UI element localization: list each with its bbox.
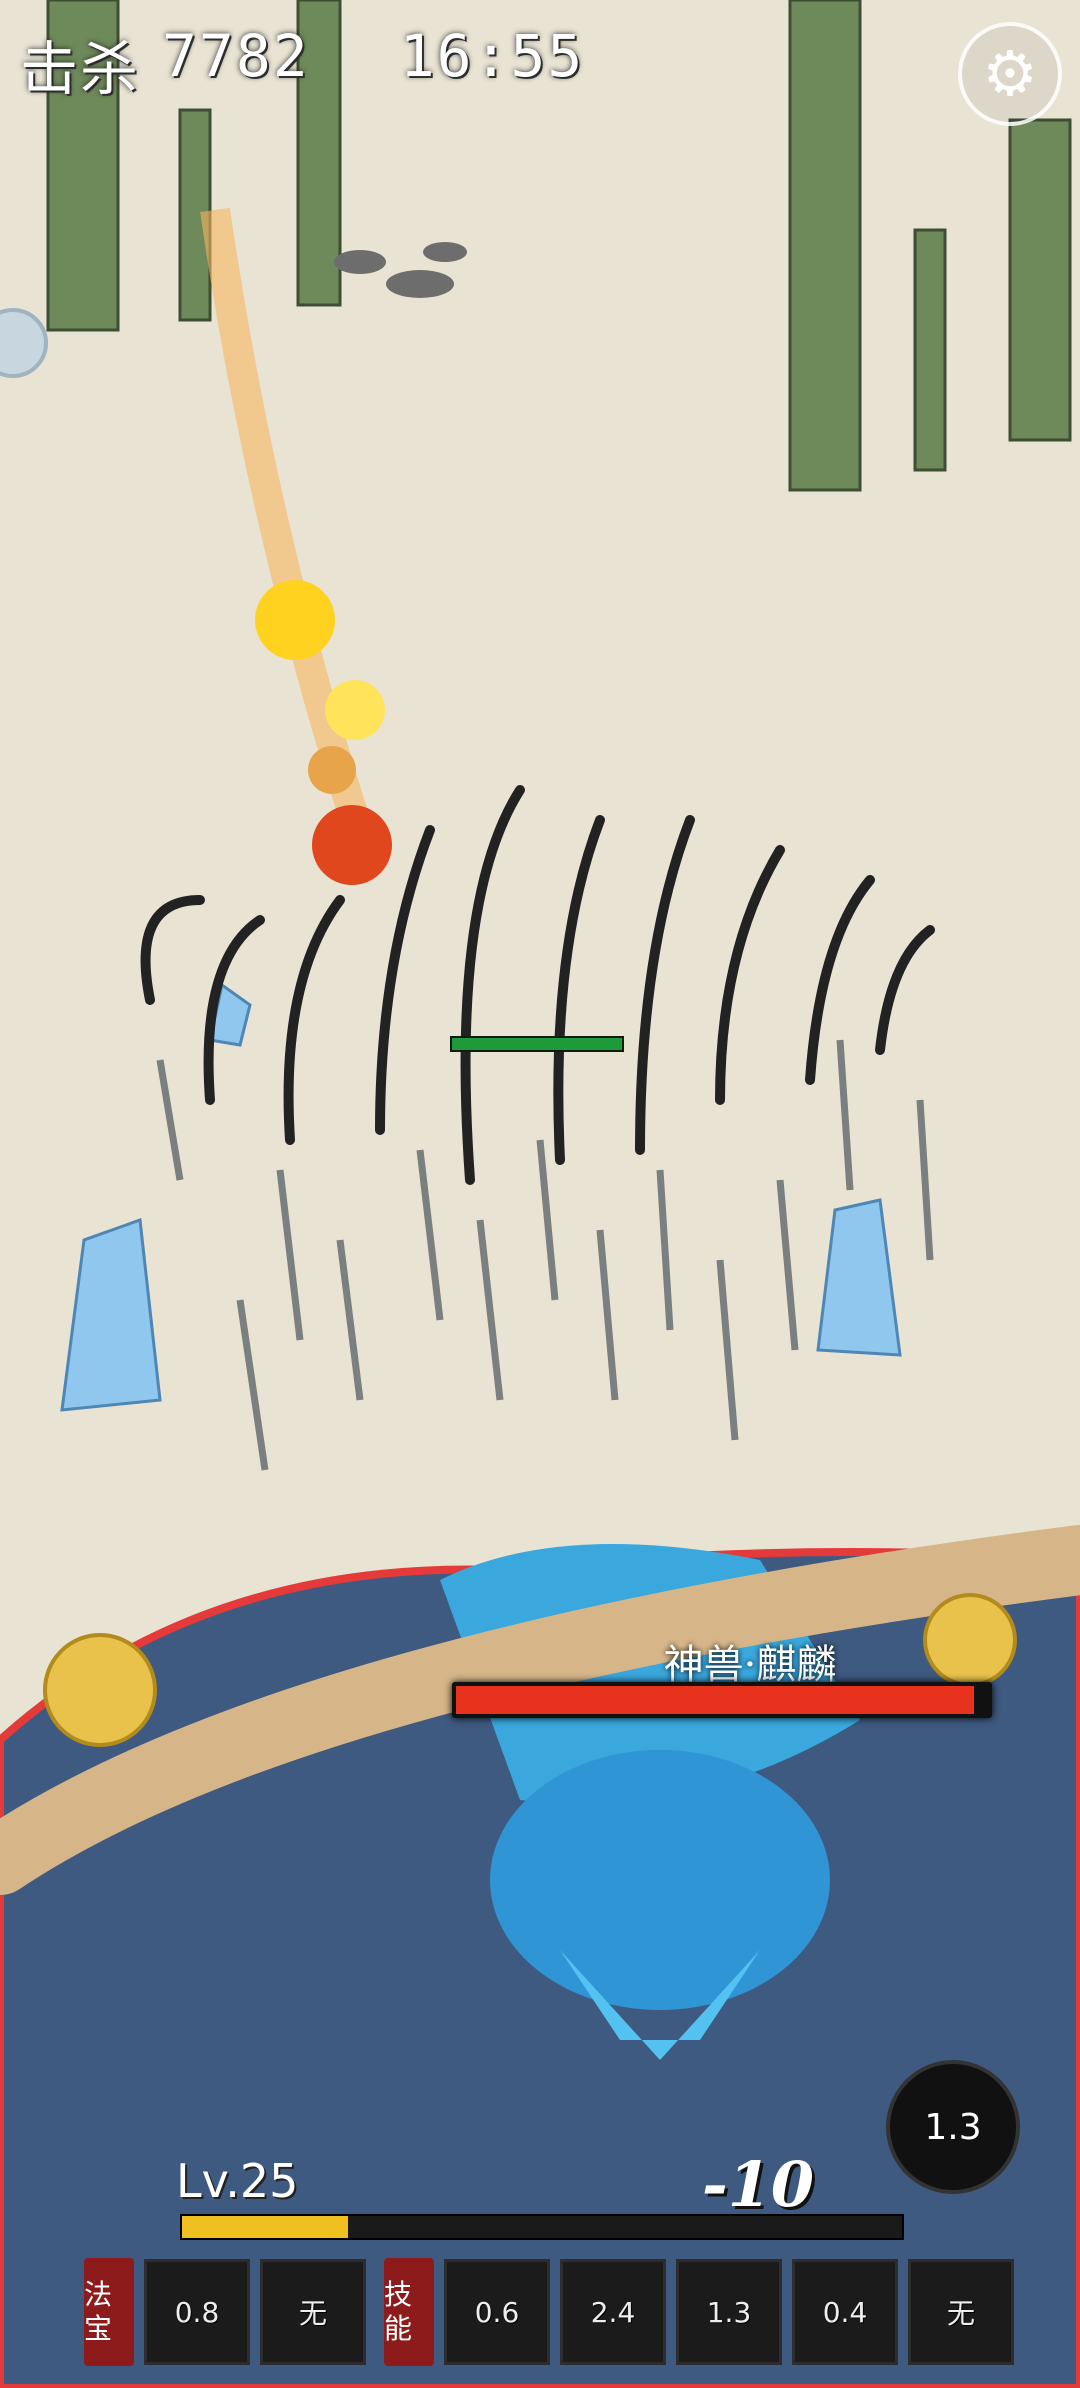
player-level: Lv.25 <box>176 2154 299 2208</box>
game-timer: 16:55 <box>399 22 585 90</box>
skill-slot-5[interactable]: 无 <box>908 2259 1014 2365</box>
xp-fill <box>182 2216 348 2238</box>
ultimate-cooldown-value: 1.3 <box>924 2106 982 2148</box>
skill-slot-4[interactable]: 0.4 <box>792 2259 898 2365</box>
treasure-slot-2[interactable]: 无 <box>260 2259 366 2365</box>
damage-number: -10 <box>702 2148 815 2221</box>
boss-health-bar <box>452 1682 992 1718</box>
boss-health-fill <box>456 1686 975 1714</box>
treasure-slot-1[interactable]: 0.8 <box>144 2259 250 2365</box>
treasure-category-label: 法宝 <box>84 2258 134 2366</box>
skills-category-label: 技能 <box>384 2258 434 2366</box>
gear-icon: ⚙ <box>982 37 1038 110</box>
scene-art <box>0 0 1080 2388</box>
skill-slot-2[interactable]: 2.4 <box>560 2259 666 2365</box>
enemy-health-bar <box>450 1036 624 1052</box>
game-scene <box>0 0 1080 2388</box>
ultimate-cooldown-button[interactable]: 1.3 <box>886 2060 1020 2194</box>
kills-label: 击杀 <box>20 35 141 103</box>
kills-count: 7782 <box>162 22 310 90</box>
skill-bar: 法宝 0.8 无 技能 0.6 2.4 1.3 0.4 无 <box>84 2258 1014 2366</box>
enemy-health-fill <box>452 1038 622 1050</box>
skill-slot-3[interactable]: 1.3 <box>676 2259 782 2365</box>
top-hud: 击杀 7782 16:55 <box>20 22 584 106</box>
xp-bar <box>180 2214 904 2240</box>
skill-slot-1[interactable]: 0.6 <box>444 2259 550 2365</box>
settings-button[interactable]: ⚙ <box>958 22 1062 126</box>
